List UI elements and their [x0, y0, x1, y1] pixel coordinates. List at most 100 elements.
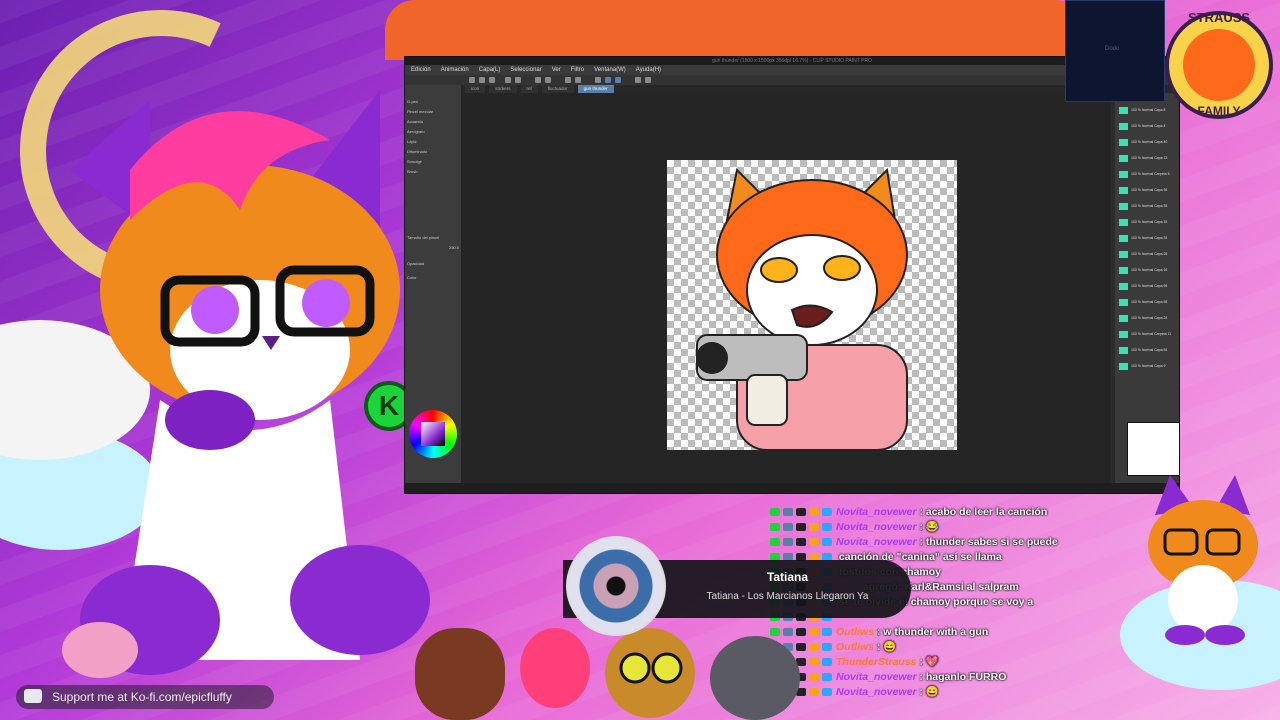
- layer-row[interactable]: 100 % Normal Capa 40: [1119, 139, 1177, 146]
- window-title: gun thunder (1500 x 1500px 350dpi 16.7%)…: [405, 57, 1179, 65]
- chat-username: Outliws: [836, 626, 874, 638]
- layer-row[interactable]: 100 % Normal Capa 54: [1119, 347, 1177, 354]
- layer-row[interactable]: 100 % Normal Capa 15: [1119, 219, 1177, 226]
- fill-icon[interactable]: [635, 77, 641, 83]
- chat-username: Outliws: [836, 641, 874, 653]
- chat-badge-icon: [796, 508, 806, 517]
- undo-icon[interactable]: [505, 77, 511, 83]
- chat-message: Novita_novewer : 😄: [770, 685, 1160, 699]
- chat-message: Novita_novewer : acabo de leer la canció…: [770, 505, 1160, 519]
- select-all-icon[interactable]: [565, 77, 571, 83]
- transform-icon[interactable]: [545, 77, 551, 83]
- open-file-icon[interactable]: [479, 77, 485, 83]
- eyedropper-icon[interactable]: [645, 77, 651, 83]
- chat-text: : 💖: [919, 656, 939, 668]
- brush-size-label: Tamaño del pincel: [407, 235, 440, 240]
- monitor-frame: [385, 0, 1085, 60]
- redo-icon[interactable]: [515, 77, 521, 83]
- chat-badge-icon: [822, 688, 832, 697]
- chat-badge-icon: [822, 658, 832, 667]
- layer-label: 100 % Normal Capa 8: [1131, 108, 1166, 112]
- doc-tab[interactable]: fluctuador: [541, 85, 574, 93]
- badge-line2: FAMILY: [1198, 104, 1241, 118]
- chat-text: : 😄: [876, 641, 897, 653]
- chat-badge-icon: [822, 508, 832, 517]
- chat-badge-icon: [809, 538, 819, 547]
- chat-username: Novita_novewer: [836, 671, 917, 683]
- chat-badge-icon: [770, 538, 780, 547]
- navigator-preview[interactable]: [1127, 422, 1179, 476]
- menu-item-layer[interactable]: Capa(L): [479, 65, 501, 75]
- layer-label: 100 % Normal Capa 35: [1131, 204, 1168, 208]
- deselect-icon[interactable]: [575, 77, 581, 83]
- menu-item-window[interactable]: Ventana(W): [594, 65, 626, 75]
- layer-row[interactable]: 100 % Normal Carpeta 5: [1119, 171, 1177, 178]
- layer-row[interactable]: 100 % Normal Capa 24: [1119, 315, 1177, 322]
- brush-item[interactable]: Pincel mezclar: [407, 109, 459, 115]
- menu-item-edit[interactable]: Edición: [411, 65, 431, 75]
- brush-item[interactable]: Lápiz: [407, 139, 459, 145]
- doc-tab[interactable]: stickers: [489, 85, 517, 93]
- chat-message: Outliws : 😄: [770, 640, 1160, 654]
- layer-row[interactable]: 100 % Normal Capa 58: [1119, 299, 1177, 306]
- menu-item-filter[interactable]: Filtro: [571, 65, 584, 75]
- chat-badges: [770, 505, 836, 519]
- chat-badge-icon: [770, 523, 780, 532]
- drawing-canvas[interactable]: [667, 160, 957, 450]
- chat-username: ThunderStrauss: [836, 656, 917, 668]
- chat-badge-icon: [783, 508, 793, 517]
- ruler-snap-icon[interactable]: [605, 77, 611, 83]
- badge-line1: STRAUSS: [1188, 10, 1250, 25]
- layer-label: 100 % Normal Capa 16: [1131, 268, 1168, 272]
- chat-message: ThunderStrauss : 💖: [770, 655, 1160, 669]
- layer-row[interactable]: 100 % Normal Carpeta 11: [1119, 331, 1177, 338]
- brush-item[interactable]: Acuarela: [407, 119, 459, 125]
- command-toolbar: [405, 75, 1179, 85]
- new-file-icon[interactable]: [469, 77, 475, 83]
- brush-item[interactable]: G-pen: [407, 99, 459, 105]
- layer-row[interactable]: 100 % Normal Capa 26: [1119, 251, 1177, 258]
- color-picker-square[interactable]: [421, 422, 445, 446]
- layer-label: 100 % Normal Capa 36: [1131, 188, 1168, 192]
- menu-item-select[interactable]: Seleccionar: [510, 65, 541, 75]
- layer-label: 100 % Normal Capa 15: [1131, 220, 1168, 224]
- chat-text: : thunder sabes si se puede: [919, 536, 1058, 548]
- layer-label: 100 % Normal Capa 59: [1131, 284, 1168, 288]
- layer-label: 100 % Normal Capa 26: [1131, 252, 1168, 256]
- opacity-label: Opacidad: [407, 261, 425, 266]
- layer-thumbnail: [1119, 155, 1128, 162]
- layer-row[interactable]: 100 % Normal Capa 36: [1119, 187, 1177, 194]
- brush-item[interactable]: Aerógrafo: [407, 129, 459, 135]
- brush-item[interactable]: Difuminado: [407, 149, 459, 155]
- layer-thumbnail: [1119, 235, 1128, 242]
- layer-row[interactable]: 100 % Normal Capa 59: [1119, 283, 1177, 290]
- layer-thumbnail: [1119, 139, 1128, 146]
- menu-item-help[interactable]: Ayuda(H): [636, 65, 661, 75]
- paint-app-window: gun thunder (1500 x 1500px 350dpi 16.7%)…: [404, 56, 1180, 494]
- brush-item[interactable]: Brush: [407, 169, 459, 175]
- doc-tab-active[interactable]: gun thunder: [577, 85, 614, 93]
- doc-tab[interactable]: ref: [520, 85, 538, 93]
- layer-row[interactable]: 100 % Normal Capa 35: [1119, 203, 1177, 210]
- doc-tab[interactable]: icon: [465, 85, 486, 93]
- chat-username: Novita_novewer: [836, 506, 917, 518]
- layer-thumbnail: [1119, 171, 1128, 178]
- snap-icon[interactable]: [595, 77, 601, 83]
- brush-size-value[interactable]: 250.0: [407, 245, 459, 251]
- chat-badge-icon: [796, 523, 806, 532]
- layer-label: 100 % Normal Capa 58: [1131, 300, 1168, 304]
- layer-thumbnail: [1119, 331, 1128, 338]
- menu-item-view[interactable]: Ver: [552, 65, 561, 75]
- save-icon[interactable]: [489, 77, 495, 83]
- layer-thumbnail: [1119, 363, 1128, 370]
- grid-snap-icon[interactable]: [615, 77, 621, 83]
- chat-message: Novita_novewer : haganlo FURRO: [770, 670, 1160, 684]
- layer-row[interactable]: 100 % Normal Capa 34: [1119, 235, 1177, 242]
- brush-item[interactable]: Smudge: [407, 159, 459, 165]
- layer-row[interactable]: 100 % Normal Capa 16: [1119, 267, 1177, 274]
- layer-row[interactable]: 100 % Normal Capa 9: [1119, 363, 1177, 370]
- chat-username: Novita_novewer: [836, 521, 917, 533]
- clear-icon[interactable]: [535, 77, 541, 83]
- layer-row[interactable]: 100 % Normal Capa 13: [1119, 155, 1177, 162]
- menu-item-animation[interactable]: Animación: [441, 65, 469, 75]
